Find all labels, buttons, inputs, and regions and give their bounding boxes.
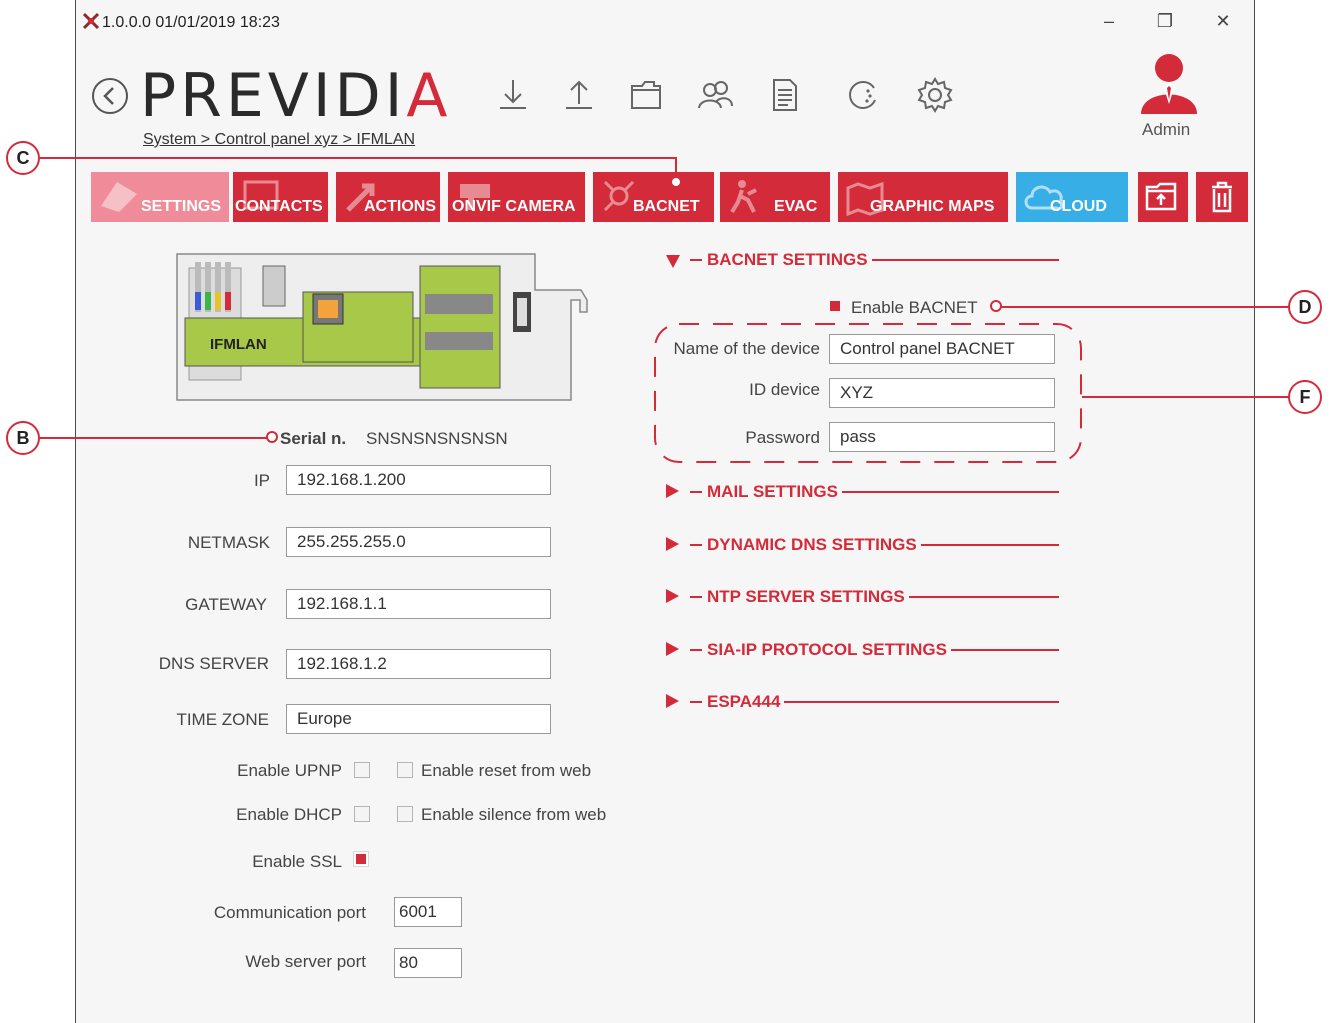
- download-icon[interactable]: [494, 76, 532, 114]
- enable-upnp-label: Enable UPNP: [237, 761, 342, 780]
- sia-ip-protocol-settings-header[interactable]: SIA-IP PROTOCOL SETTINGS: [666, 640, 1066, 660]
- callout-f: F: [1288, 380, 1322, 414]
- dns-server-label: DNS SERVER: [158, 654, 269, 673]
- collapse-arrow-icon: [666, 255, 680, 268]
- tab-cloud[interactable]: CLOUD: [1016, 172, 1128, 222]
- enable-bacnet-label: Enable BACNET: [851, 298, 978, 317]
- expand-arrow-icon: [666, 484, 679, 498]
- device-name-input[interactable]: [829, 334, 1055, 364]
- user-avatar-icon[interactable]: [1138, 52, 1200, 114]
- enable-ssl-label: Enable SSL: [252, 852, 342, 871]
- tab-settings[interactable]: SETTINGS: [91, 172, 229, 222]
- gateway-label: GATEWAY: [185, 595, 267, 614]
- ip-label: IP: [253, 471, 270, 490]
- app-icon: [82, 12, 100, 30]
- bacnet-settings-header[interactable]: BACNET SETTINGS: [666, 250, 1066, 270]
- callout-c-pointer: [670, 176, 682, 188]
- folder-icon[interactable]: [628, 76, 666, 114]
- callout-b-pointer: [266, 431, 278, 443]
- enable-bacnet-checkbox[interactable]: [828, 299, 844, 315]
- expand-arrow-icon: [666, 537, 679, 551]
- dynamic-dns-settings-header[interactable]: DYNAMIC DNS SETTINGS: [666, 535, 1066, 555]
- password-label: Password: [745, 428, 820, 447]
- expand-arrow-icon: [666, 694, 679, 708]
- ip-input[interactable]: [286, 465, 551, 495]
- ntp-server-settings-header[interactable]: NTP SERVER SETTINGS: [666, 587, 1066, 607]
- upload-icon[interactable]: [560, 76, 598, 114]
- delete-button[interactable]: [1196, 172, 1248, 222]
- time-zone-label: TIME ZONE: [176, 710, 269, 729]
- enable-reset-web-checkbox[interactable]: [397, 762, 413, 778]
- device-id-input[interactable]: [829, 378, 1055, 408]
- maximize-button[interactable]: ❐: [1150, 10, 1180, 32]
- callout-d-pointer: [990, 300, 1002, 312]
- expand-arrow-icon: [666, 642, 679, 656]
- enable-dhcp-checkbox[interactable]: [354, 806, 370, 822]
- tab-onvif-camera[interactable]: ONVIF CAMERA: [448, 172, 585, 222]
- close-button[interactable]: ✕: [1208, 10, 1238, 32]
- settings-tab-icon: [101, 182, 137, 212]
- gear-icon[interactable]: [916, 76, 954, 114]
- users-icon[interactable]: [696, 76, 734, 114]
- tab-evac[interactable]: EVAC: [720, 172, 830, 222]
- callout-d: D: [1288, 290, 1322, 324]
- device-model-label: IFMLAN: [210, 336, 267, 353]
- password-input[interactable]: [829, 422, 1055, 452]
- communication-port-label: Communication port: [213, 903, 366, 922]
- dns-server-input[interactable]: [286, 649, 551, 679]
- time-zone-input[interactable]: [286, 704, 551, 734]
- serial-label: Serial n.: [280, 429, 347, 448]
- tab-contacts[interactable]: CONTACTS: [233, 172, 328, 222]
- netmask-label: NETMASK: [187, 533, 270, 552]
- expand-arrow-icon: [666, 589, 679, 603]
- folder-export-icon: [1145, 182, 1177, 211]
- communication-port-input[interactable]: [394, 897, 462, 927]
- minimize-button[interactable]: –: [1094, 10, 1124, 32]
- serial-value: SNSNSNSNSNSN: [366, 429, 508, 448]
- callout-b: B: [6, 421, 40, 455]
- history-icon[interactable]: [844, 76, 882, 114]
- mail-settings-header[interactable]: MAIL SETTINGS: [666, 482, 1066, 502]
- back-icon[interactable]: [90, 76, 130, 116]
- tab-graphic-maps[interactable]: GRAPHIC MAPS: [838, 172, 1008, 222]
- enable-reset-web-label: Enable reset from web: [421, 761, 592, 780]
- callout-c: C: [6, 141, 40, 175]
- export-button[interactable]: [1138, 172, 1188, 222]
- tab-bacnet[interactable]: BACNET: [593, 172, 714, 222]
- user-name: Admin: [1142, 120, 1191, 139]
- tab-actions[interactable]: ACTIONS: [336, 172, 440, 222]
- enable-dhcp-label: Enable DHCP: [236, 805, 342, 824]
- breadcrumb[interactable]: System > Control panel xyz > IFMLAN: [143, 131, 415, 149]
- device-id-label: ID device: [749, 380, 820, 399]
- trash-icon: [1212, 181, 1232, 213]
- enable-silence-web-label: Enable silence from web: [421, 805, 607, 824]
- enable-upnp-checkbox[interactable]: [354, 762, 370, 778]
- document-icon[interactable]: [766, 76, 804, 114]
- web-server-port-label: Web server port: [245, 952, 366, 971]
- espa444-header[interactable]: ESPA444: [666, 692, 1066, 712]
- evac-tab-icon: [730, 180, 757, 214]
- netmask-input[interactable]: [286, 527, 551, 557]
- enable-silence-web-checkbox[interactable]: [397, 806, 413, 822]
- device-name-label: Name of the device: [673, 339, 820, 358]
- web-server-port-input[interactable]: [394, 948, 462, 978]
- ifmlan-device-image: [176, 253, 588, 401]
- gateway-input[interactable]: [286, 589, 551, 619]
- enable-ssl-checkbox[interactable]: [353, 851, 369, 867]
- window-title: 1.0.0.0 01/01/2019 18:23: [102, 14, 280, 31]
- previdia-logo: PREVIDIA: [140, 61, 452, 131]
